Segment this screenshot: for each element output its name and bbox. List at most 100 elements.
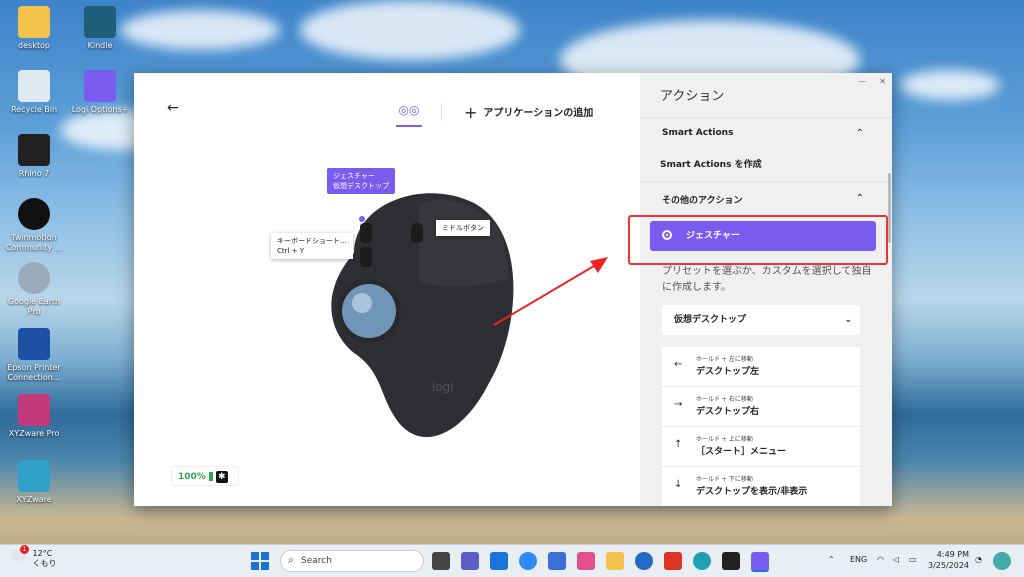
- copilot-icon[interactable]: [993, 552, 1011, 570]
- epson-printer-icon: [18, 328, 50, 360]
- highlight-box: [628, 215, 888, 265]
- desktop-icon-twinmotion[interactable]: Twinmotion Community ...: [2, 198, 66, 253]
- zoom-icon[interactable]: [519, 552, 537, 570]
- arrow-down-icon: ↓: [674, 479, 683, 490]
- rhino-taskbar-icon[interactable]: [722, 552, 740, 570]
- keyboard-shortcut-callout[interactable]: キーボードショート... Ctrl + Y: [271, 233, 353, 259]
- battery-icon: [208, 472, 213, 481]
- create-smart-action-link[interactable]: Smart Actions を作成: [660, 157, 762, 170]
- volume-icon[interactable]: ◁: [893, 555, 899, 564]
- smart-actions-header[interactable]: Smart Actions: [662, 128, 733, 138]
- desktop-icon-desktop[interactable]: desktop: [2, 6, 66, 51]
- xyzware-icon: [18, 460, 50, 492]
- desktop-icon-epson[interactable]: Epson Printer Connection...: [2, 328, 66, 383]
- minimize-icon[interactable]: —: [858, 77, 866, 86]
- gesture-item-left[interactable]: ← ホールド + 左に移動 デスクトップ左: [662, 347, 860, 387]
- gesture-action: デスクトップ右: [696, 407, 760, 417]
- logi-options-taskbar-icon[interactable]: [751, 552, 769, 572]
- add-application-label: アプリケーションの追加: [483, 108, 594, 119]
- gesture-trigger: ホールド + 下に移動: [696, 476, 753, 483]
- gesture-callout-value: 仮想デスクトップ: [333, 182, 389, 190]
- rhino-icon: [18, 134, 50, 166]
- chevron-up-icon[interactable]: ⌃: [856, 128, 864, 139]
- twinmotion-icon: [18, 198, 50, 230]
- gesture-action: デスクトップ左: [696, 367, 760, 377]
- taskbar-search[interactable]: ⌕ Search: [280, 550, 424, 572]
- windows-start-icon[interactable]: [251, 552, 269, 570]
- battery-indicator: 100% ✱: [171, 466, 239, 486]
- back-arrow-icon[interactable]: ←: [167, 100, 179, 116]
- plus-icon: +: [464, 103, 478, 122]
- chevron-down-icon: ⌄: [844, 315, 852, 325]
- language-indicator[interactable]: ENG: [850, 555, 867, 564]
- search-icon: ⌕: [288, 555, 294, 566]
- desktop-icon-rhino[interactable]: Rhino 7: [2, 134, 66, 179]
- desktop-icon-logi-options[interactable]: Logi Options+: [68, 70, 132, 115]
- weather-temp: 12°C: [32, 549, 53, 558]
- gesture-list: ← ホールド + 左に移動 デスクトップ左 → ホールド + 右に移動 デスクト…: [662, 347, 860, 506]
- kindle-icon: [84, 6, 116, 38]
- separator: [441, 103, 442, 121]
- wifi-icon[interactable]: ◠: [877, 555, 884, 564]
- buttons-view-icon[interactable]: ◎◎: [396, 103, 422, 127]
- desktop-icon-xyzware[interactable]: XYZware: [2, 460, 66, 505]
- desktop-icon-google-earth[interactable]: Google Earth Pro: [2, 262, 66, 317]
- notification-badge: 1: [20, 545, 29, 554]
- file-explorer-icon[interactable]: [606, 552, 624, 570]
- desktop-icon-xyzware-pro[interactable]: XYZware Pro: [2, 394, 66, 439]
- logi-options-icon: [84, 70, 116, 102]
- battery-percent: 100%: [178, 472, 206, 482]
- gesture-trigger: ホールド + 上に移動: [696, 436, 753, 443]
- middle-callout-title: ミドルボタン: [442, 224, 484, 232]
- other-actions-header[interactable]: その他のアクション: [662, 193, 743, 206]
- panel-title: アクション: [660, 89, 725, 104]
- arrow-right-icon: →: [674, 399, 683, 410]
- desktop-icon-recycle-bin[interactable]: Recycle Bin: [2, 70, 66, 115]
- task-view-icon[interactable]: [432, 552, 450, 570]
- gesture-item-up[interactable]: ↑ ホールド + 上に移動 ［スタート］メニュー: [662, 427, 860, 467]
- browser-icon[interactable]: [635, 552, 653, 570]
- chevron-up-icon[interactable]: ⌃: [856, 193, 864, 204]
- google-earth-icon: [18, 262, 50, 294]
- bell-icon[interactable]: ◔: [975, 555, 982, 564]
- photos-icon[interactable]: [577, 552, 595, 570]
- panel-scrollbar[interactable]: [888, 173, 891, 243]
- logi-options-window: ← ◎◎ + アプリケーションの追加 logi ジェスチャー 仮想デスクトップ キ…: [134, 73, 892, 506]
- store-icon[interactable]: [548, 552, 566, 570]
- desktop-icon-kindle[interactable]: Kindle: [68, 6, 132, 51]
- close-icon[interactable]: ✕: [879, 77, 886, 86]
- weather-widget[interactable]: 1 12°C くもり: [12, 545, 57, 569]
- gesture-action: デスクトップを表示/非表示: [696, 487, 808, 497]
- divider: [640, 181, 892, 182]
- gesture-item-down[interactable]: ↓ ホールド + 下に移動 デスクトップを表示/非表示: [662, 467, 860, 506]
- red-arrow: [493, 257, 608, 326]
- arrow-up-icon: ↑: [674, 439, 683, 450]
- gesture-action: ［スタート］メニュー: [696, 447, 787, 457]
- recycle-bin-icon: [18, 70, 50, 102]
- add-application-button[interactable]: + アプリケーションの追加: [464, 103, 593, 122]
- bluetooth-icon: ✱: [215, 470, 228, 483]
- preset-description: プリセットを選ぶか、カスタムを選択して独自に作成します。: [662, 266, 872, 293]
- mail-icon[interactable]: [490, 552, 508, 570]
- arrow-left-icon: ←: [674, 359, 683, 370]
- gesture-item-right[interactable]: → ホールド + 右に移動 デスクトップ右: [662, 387, 860, 427]
- preset-selected-value: 仮想デスクトップ: [674, 315, 747, 325]
- xyzware-pro-icon: [18, 394, 50, 426]
- gesture-button-callout[interactable]: ジェスチャー 仮想デスクトップ: [327, 168, 395, 194]
- cloud-icon: 1: [12, 545, 29, 561]
- chevron-up-icon[interactable]: ⌃: [828, 555, 835, 564]
- gesture-trigger: ホールド + 左に移動: [696, 356, 753, 363]
- mouse-brand-logo: logi: [432, 380, 454, 394]
- actions-panel: — ✕ アクション Smart Actions ⌃ Smart Actions …: [628, 73, 892, 506]
- battery-tray-icon[interactable]: ▭: [909, 555, 917, 564]
- gesture-trigger: ホールド + 右に移動: [696, 396, 753, 403]
- preset-dropdown[interactable]: 仮想デスクトップ ⌄: [662, 305, 860, 335]
- clock[interactable]: 4:49 PM 3/25/2024: [928, 549, 969, 571]
- clock-date: 3/25/2024: [928, 561, 970, 570]
- teams-icon[interactable]: [461, 552, 479, 570]
- edge-icon[interactable]: [693, 552, 711, 570]
- pdf-icon[interactable]: [664, 552, 682, 570]
- clock-time: 4:49 PM: [936, 550, 970, 559]
- middle-button-callout[interactable]: ミドルボタン: [436, 220, 490, 236]
- weather-desc: くもり: [32, 559, 57, 568]
